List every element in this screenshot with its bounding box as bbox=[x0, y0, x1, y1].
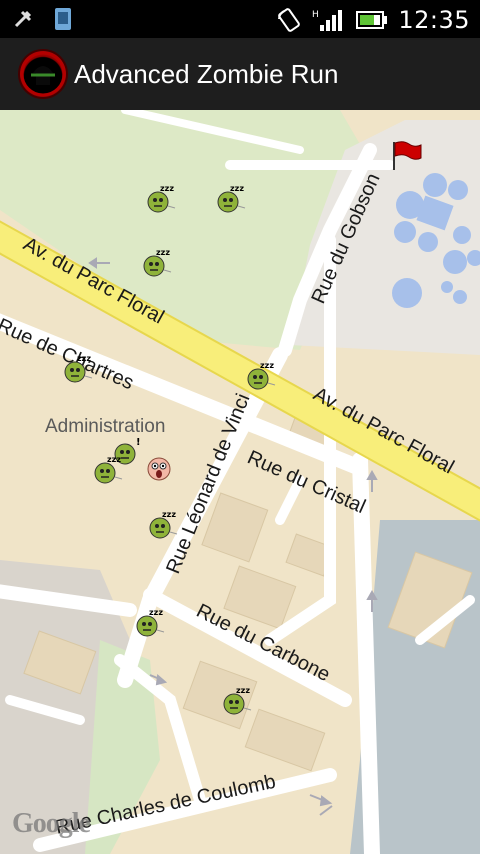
svg-text:zzz: zzz bbox=[162, 510, 176, 519]
player-icon[interactable] bbox=[146, 456, 172, 482]
zombie-icon[interactable]: zzz bbox=[222, 686, 252, 716]
svg-text:zzz: zzz bbox=[160, 184, 174, 193]
rotation-icon bbox=[276, 7, 302, 33]
svg-text:!: ! bbox=[136, 437, 141, 448]
sd-card-icon bbox=[50, 6, 76, 32]
svg-text:zzz: zzz bbox=[156, 248, 170, 257]
map-view[interactable]: Av. du Parc Floral Av. du Parc Floral Ru… bbox=[0, 110, 480, 854]
google-attribution: Google bbox=[12, 808, 91, 839]
zombie-icon[interactable]: zzz bbox=[148, 510, 178, 540]
usb-icon bbox=[10, 6, 36, 32]
battery-icon bbox=[356, 7, 388, 33]
goal-flag-icon[interactable] bbox=[389, 138, 423, 172]
svg-text:zzz: zzz bbox=[236, 686, 250, 695]
svg-text:H: H bbox=[312, 10, 319, 20]
zombie-icon[interactable]: zzz bbox=[146, 184, 176, 214]
clock: 12:35 bbox=[398, 6, 470, 34]
status-bar: H 12:35 bbox=[0, 0, 480, 38]
svg-text:zzz: zzz bbox=[77, 354, 91, 363]
zombie-icon[interactable]: zzz bbox=[216, 184, 246, 214]
svg-text:zzz: zzz bbox=[260, 361, 274, 370]
app-title: Advanced Zombie Run bbox=[74, 58, 339, 89]
zombie-icon[interactable]: zzz bbox=[93, 455, 123, 485]
zombie-icon[interactable]: zzz bbox=[246, 361, 276, 391]
svg-text:zzz: zzz bbox=[107, 455, 121, 464]
zombie-app-icon[interactable] bbox=[20, 51, 66, 97]
zombie-icon[interactable]: zzz bbox=[63, 354, 93, 384]
zombie-icon[interactable]: zzz bbox=[135, 608, 165, 638]
svg-text:zzz: zzz bbox=[230, 184, 244, 193]
map-canvas bbox=[0, 110, 480, 854]
signal-hplus-icon: H bbox=[312, 7, 346, 33]
zombie-icon[interactable]: zzz bbox=[142, 248, 172, 278]
svg-text:zzz: zzz bbox=[149, 608, 163, 617]
action-bar: Advanced Zombie Run bbox=[0, 38, 480, 112]
